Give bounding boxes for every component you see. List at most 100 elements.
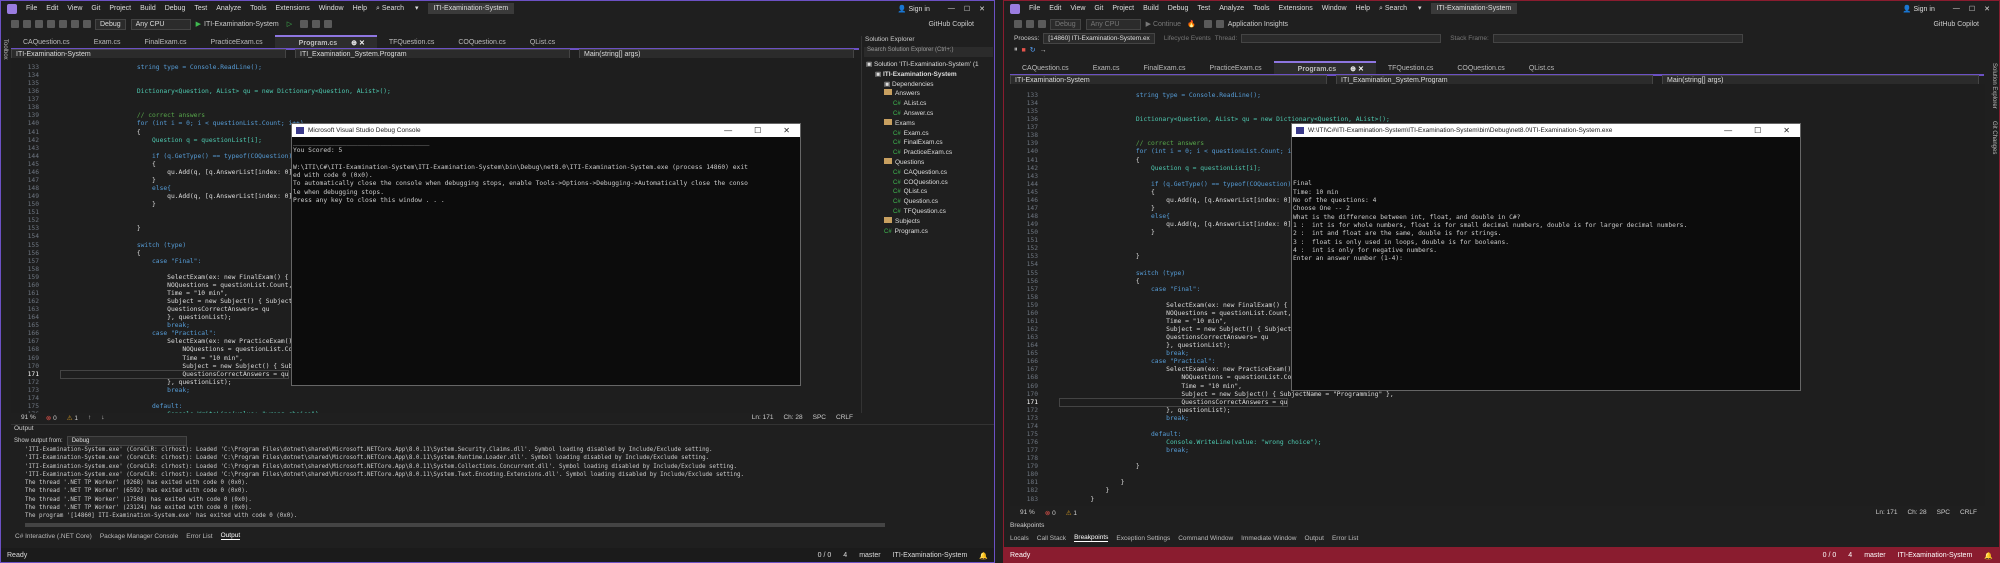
- console-close-button[interactable]: ✕: [1783, 126, 1790, 135]
- menu-test[interactable]: Test: [194, 5, 207, 12]
- console-minimize-button[interactable]: —: [1724, 126, 1732, 135]
- code-line[interactable]: 180: [1010, 471, 1985, 479]
- continue-button[interactable]: ▶ Continue: [1146, 20, 1181, 28]
- tab-breakpoints[interactable]: Breakpoints: [1074, 534, 1109, 542]
- line-number[interactable]: 139: [11, 112, 61, 120]
- line-number[interactable]: 181: [1010, 479, 1060, 487]
- tab-exam[interactable]: Exam.cs: [82, 37, 133, 48]
- tab-qlist[interactable]: QList.cs: [1517, 63, 1566, 74]
- tab-tfquestion[interactable]: TFQuestion.cs: [1376, 63, 1446, 74]
- code-line[interactable]: 176 Console.WriteLine(value: "wrong choi…: [1010, 439, 1985, 447]
- line-number[interactable]: 155: [1010, 270, 1060, 278]
- line-number[interactable]: 175: [1010, 431, 1060, 439]
- line-number[interactable]: 146: [1010, 197, 1060, 205]
- tab-package-manager-console[interactable]: Package Manager Console: [100, 533, 178, 540]
- line-number[interactable]: 183: [1010, 496, 1060, 504]
- zoom-level[interactable]: 91 %: [1020, 509, 1035, 516]
- line-number[interactable]: 171: [11, 371, 61, 379]
- menu-tools[interactable]: Tools: [1253, 5, 1269, 12]
- menu-view[interactable]: View: [67, 5, 82, 12]
- line-number[interactable]: 158: [1010, 294, 1060, 302]
- line-number[interactable]: 162: [1010, 326, 1060, 334]
- menu-extensions[interactable]: Extensions: [1278, 5, 1312, 12]
- line-number[interactable]: 173: [1010, 415, 1060, 423]
- tab-caquestion[interactable]: CAQuestion.cs: [11, 37, 82, 48]
- line-number[interactable]: 168: [1010, 374, 1060, 382]
- solution-item[interactable]: C# COQuestion.cs: [862, 178, 994, 188]
- tab-caquestion[interactable]: CAQuestion.cs: [1010, 63, 1081, 74]
- menu-analyze[interactable]: Analyze: [216, 5, 241, 12]
- line-number[interactable]: 178: [1010, 455, 1060, 463]
- line-number[interactable]: 160: [1010, 310, 1060, 318]
- line-number[interactable]: 147: [1010, 205, 1060, 213]
- next-issue-icon[interactable]: ↓: [101, 414, 104, 421]
- line-number[interactable]: 157: [11, 258, 61, 266]
- notifications-icon[interactable]: 🔔: [979, 552, 988, 560]
- code-line[interactable]: 138: [11, 104, 861, 112]
- code-line[interactable]: 182 }: [1010, 487, 1985, 495]
- solution-item[interactable]: ▣ ITI-Examination-System: [862, 70, 994, 80]
- tab-exception-settings[interactable]: Exception Settings: [1116, 535, 1170, 542]
- tab-call-stack[interactable]: Call Stack: [1037, 535, 1066, 542]
- line-number[interactable]: 138: [1010, 132, 1060, 140]
- maximize-button[interactable]: ☐: [964, 5, 970, 13]
- code-line[interactable]: 137: [11, 96, 861, 104]
- platform-select[interactable]: Any CPU: [130, 18, 191, 30]
- solution-item[interactable]: C# AList.cs: [862, 99, 994, 109]
- line-number[interactable]: 136: [11, 88, 61, 96]
- line-number[interactable]: 141: [1010, 157, 1060, 165]
- line-number[interactable]: 142: [1010, 165, 1060, 173]
- close-button[interactable]: ✕: [1984, 5, 1990, 13]
- line-number[interactable]: 174: [1010, 423, 1060, 431]
- toolbar-icon[interactable]: [300, 20, 309, 28]
- line-number[interactable]: 135: [11, 80, 61, 88]
- code-line[interactable]: 170 Subject = new Subject() { SubjectNam…: [1010, 391, 1985, 399]
- sign-in-button[interactable]: 👤 Sign in: [1903, 5, 1944, 13]
- line-number[interactable]: 163: [11, 306, 61, 314]
- tab-finalexam[interactable]: FinalExam.cs: [133, 37, 199, 48]
- menu-test[interactable]: Test: [1197, 5, 1210, 12]
- pending-changes[interactable]: 4: [1848, 552, 1852, 559]
- whitespace-mode[interactable]: SPC: [1937, 509, 1950, 516]
- sign-in-button[interactable]: 👤 Sign in: [898, 5, 939, 13]
- line-number[interactable]: 167: [11, 338, 61, 346]
- error-count[interactable]: ⊗ 0: [46, 414, 57, 422]
- stop-icon[interactable]: ■: [1022, 47, 1026, 54]
- solution-item[interactable]: C# TFQuestion.cs: [862, 207, 994, 217]
- save-icon[interactable]: [1038, 20, 1046, 28]
- line-number[interactable]: 161: [1010, 318, 1060, 326]
- line-number[interactable]: 165: [11, 322, 61, 330]
- new-project-icon[interactable]: [35, 20, 43, 28]
- tab-command-window[interactable]: Command Window: [1178, 535, 1233, 542]
- line-number[interactable]: 159: [11, 274, 61, 282]
- line-number[interactable]: 163: [1010, 334, 1060, 342]
- code-line[interactable]: 135: [1010, 108, 1985, 116]
- close-button[interactable]: ✕: [979, 5, 985, 13]
- console-minimize-button[interactable]: —: [724, 126, 732, 135]
- line-number[interactable]: 156: [1010, 278, 1060, 286]
- menu-window[interactable]: Window: [1322, 5, 1347, 12]
- tab-error-list[interactable]: Error List: [1332, 535, 1358, 542]
- notifications-icon[interactable]: 🔔: [1984, 552, 1993, 560]
- line-number[interactable]: 137: [11, 96, 61, 104]
- solution-item[interactable]: C# PracticeExam.cs: [862, 148, 994, 158]
- line-number[interactable]: 134: [11, 72, 61, 80]
- line-number[interactable]: 152: [11, 217, 61, 225]
- search-button[interactable]: ⌕ Search ▾: [1379, 4, 1422, 13]
- menu-tools[interactable]: Tools: [250, 5, 266, 12]
- error-count[interactable]: ⊗ 0: [1045, 509, 1056, 517]
- menu-help[interactable]: Help: [353, 5, 367, 12]
- debug-console-window[interactable]: Microsoft Visual Studio Debug Console — ☐ ✕…: [291, 123, 801, 386]
- menu-help[interactable]: Help: [1356, 5, 1370, 12]
- tab-coquestion[interactable]: COQuestion.cs: [446, 37, 517, 48]
- line-number[interactable]: 160: [11, 282, 61, 290]
- solution-item[interactable]: C# CAQuestion.cs: [862, 168, 994, 178]
- git-branch[interactable]: master: [859, 552, 880, 559]
- tab-csharp-interactive[interactable]: C# Interactive (.NET Core): [15, 533, 92, 540]
- line-number[interactable]: 148: [11, 185, 61, 193]
- line-number[interactable]: 155: [11, 242, 61, 250]
- tab-finalexam[interactable]: FinalExam.cs: [1132, 63, 1198, 74]
- start-debugging-button[interactable]: ITI-Examination-System: [204, 21, 279, 28]
- line-number[interactable]: 137: [1010, 124, 1060, 132]
- line-number[interactable]: 171: [1010, 399, 1060, 407]
